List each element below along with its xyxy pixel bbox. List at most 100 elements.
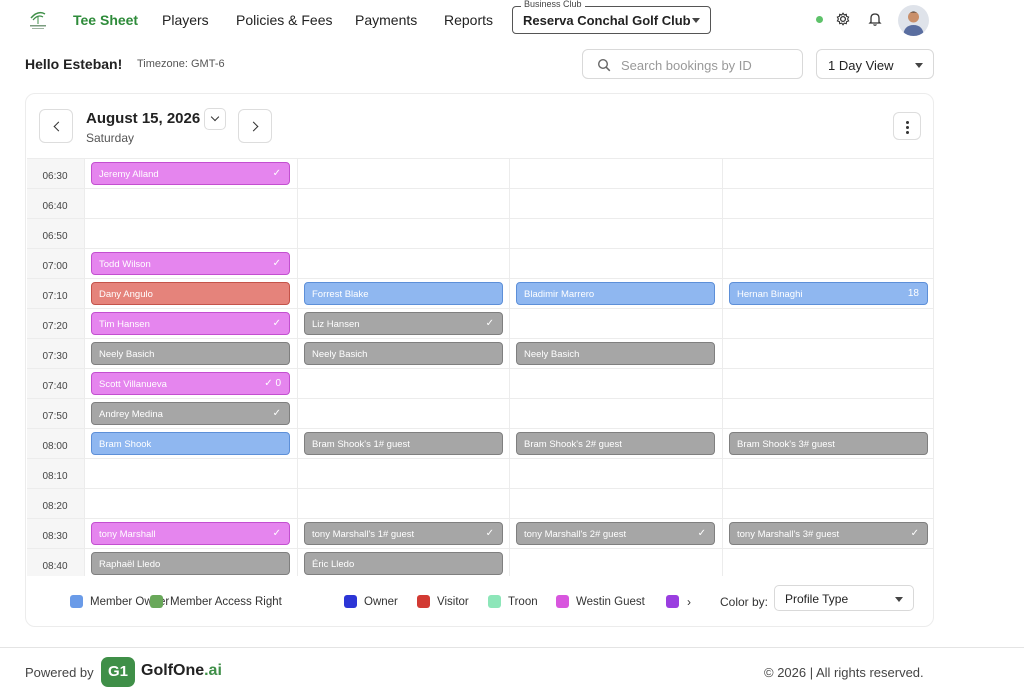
tee-sheet-card: August 15, 2026 Saturday 06:30 06:40 06:50… [25, 93, 934, 627]
color-by-label: Color by: [720, 595, 769, 609]
booking-slot[interactable]: Forrest Blake [304, 282, 503, 305]
booking-player-name: Bladimir Marrero [524, 289, 595, 300]
booking-slot[interactable]: Bram Shook [91, 432, 290, 455]
legend-swatch [150, 595, 163, 608]
time-row: 08:20 [27, 488, 934, 519]
time-label: 08:30 [42, 531, 68, 542]
booking-slot[interactable]: tony Marshall ✓ [91, 522, 290, 545]
color-by-value: Profile Type [785, 592, 849, 606]
user-avatar[interactable] [898, 5, 929, 36]
more-options-button[interactable] [893, 112, 921, 140]
nav-reports[interactable]: Reports [444, 12, 493, 28]
next-day-button[interactable] [238, 109, 272, 143]
golfone-logo[interactable]: G1 [101, 657, 135, 687]
booking-slot[interactable]: Tim Hansen ✓ [91, 312, 290, 335]
booking-slot[interactable]: Bladimir Marrero [516, 282, 715, 305]
booking-slot[interactable]: Bram Shook's 3# guest [729, 432, 928, 455]
booking-slot[interactable]: Todd Wilson ✓ [91, 252, 290, 275]
booking-slot[interactable]: tony Marshall's 2# guest ✓ [516, 522, 715, 545]
booking-player-name: tony Marshall's 1# guest [312, 529, 415, 540]
booking-slot[interactable]: tony Marshall's 3# guest ✓ [729, 522, 928, 545]
legend-scroll-right-icon[interactable]: › [687, 595, 691, 609]
club-logo-icon[interactable] [27, 8, 49, 32]
booking-slot[interactable]: Bram Shook's 2# guest [516, 432, 715, 455]
time-label: 06:30 [42, 171, 68, 182]
time-label: 07:00 [42, 261, 68, 272]
time-row: 06:50 [27, 218, 934, 249]
booking-player-name: Scott Villanueva [99, 379, 167, 390]
legend-swatch [488, 595, 501, 608]
search-placeholder: Search bookings by ID [621, 58, 752, 73]
booking-search-input[interactable]: Search bookings by ID [582, 49, 803, 79]
legend-swatch [70, 595, 83, 608]
booking-player-name: Bram Shook's 3# guest [737, 439, 835, 450]
booking-slot[interactable]: Neely Basich [516, 342, 715, 365]
time-row: 06:40 [27, 188, 934, 219]
footer-divider [0, 647, 1024, 648]
booking-slot[interactable]: Hernan Binaghi 18 [729, 282, 928, 305]
chevron-left-icon [53, 121, 64, 132]
booking-slot[interactable]: Jeremy Alland ✓ [91, 162, 290, 185]
booking-status-mark: ✓ [697, 528, 706, 539]
booking-slot[interactable]: Liz Hansen ✓ [304, 312, 503, 335]
nav-policies-fees[interactable]: Policies & Fees [236, 12, 332, 28]
club-selector-label: Business Club [521, 0, 585, 9]
search-icon [597, 58, 611, 72]
booking-player-name: Bram Shook [99, 439, 152, 450]
top-navigation: Tee Sheet Players Policies & Fees Paymen… [0, 0, 1024, 40]
legend-swatch [417, 595, 430, 608]
booking-slot[interactable]: Raphaël Lledo [91, 552, 290, 575]
booking-player-name: Neely Basich [99, 349, 155, 360]
booking-status-mark: ✓ [272, 258, 281, 269]
time-label: 08:00 [42, 441, 68, 452]
legend-bar: Member Owner Member Access Right Owner Visi… [26, 582, 935, 622]
time-row: 08:10 [27, 458, 934, 489]
previous-day-button[interactable] [39, 109, 73, 143]
booking-slot[interactable]: Dany Angulo [91, 282, 290, 305]
current-weekday: Saturday [86, 131, 135, 145]
booking-slot[interactable]: Scott Villanueva ✓ 0 [91, 372, 290, 395]
legend-label: Visitor [437, 596, 469, 608]
time-label: 07:30 [42, 351, 68, 362]
booking-slot[interactable]: tony Marshall's 1# guest ✓ [304, 522, 503, 545]
nav-players[interactable]: Players [162, 12, 209, 28]
online-status-icon [816, 16, 823, 23]
booking-player-name: Andrey Medina [99, 409, 163, 420]
time-label: 07:20 [42, 321, 68, 332]
booking-player-name: tony Marshall [99, 529, 156, 540]
nav-payments[interactable]: Payments [355, 12, 417, 28]
notification-bell-icon[interactable] [867, 11, 883, 27]
booking-slot[interactable]: Éric Lledo [304, 552, 503, 575]
booking-player-name: Bram Shook's 1# guest [312, 439, 410, 450]
date-picker-button[interactable] [204, 108, 226, 130]
brand-suffix: .ai [204, 662, 222, 679]
booking-status-mark: ✓ [272, 408, 281, 419]
caret-down-icon [915, 63, 923, 68]
booking-player-name: Raphaël Lledo [99, 559, 161, 570]
time-label: 07:10 [42, 291, 68, 302]
legend-label: Troon [508, 596, 538, 608]
booking-slot[interactable]: Neely Basich [91, 342, 290, 365]
time-label: 06:50 [42, 231, 68, 242]
greeting-text: Hello Esteban! [25, 56, 123, 72]
current-date: August 15, 2026 [86, 110, 201, 127]
booking-status-mark: ✓ [272, 528, 281, 539]
time-label: 08:20 [42, 501, 68, 512]
booking-slot[interactable]: Bram Shook's 1# guest [304, 432, 503, 455]
booking-slot[interactable]: Andrey Medina ✓ [91, 402, 290, 425]
legend-swatch [666, 595, 679, 608]
booking-status-mark: 18 [907, 288, 919, 299]
booking-slot[interactable]: Neely Basich [304, 342, 503, 365]
view-selector[interactable]: 1 Day View [816, 49, 934, 79]
color-by-select[interactable]: Profile Type [774, 585, 914, 611]
booking-player-name: Jeremy Alland [99, 169, 159, 180]
booking-player-name: Todd Wilson [99, 259, 151, 270]
club-selector[interactable]: Business Club Reserva Conchal Golf Club [512, 0, 711, 34]
settings-gear-icon[interactable] [835, 11, 851, 27]
caret-down-icon [895, 597, 903, 602]
column-divider [722, 158, 723, 576]
booking-player-name: Neely Basich [312, 349, 368, 360]
nav-tee-sheet[interactable]: Tee Sheet [73, 12, 138, 28]
time-label: 07:40 [42, 381, 68, 392]
caret-down-icon [692, 18, 700, 23]
